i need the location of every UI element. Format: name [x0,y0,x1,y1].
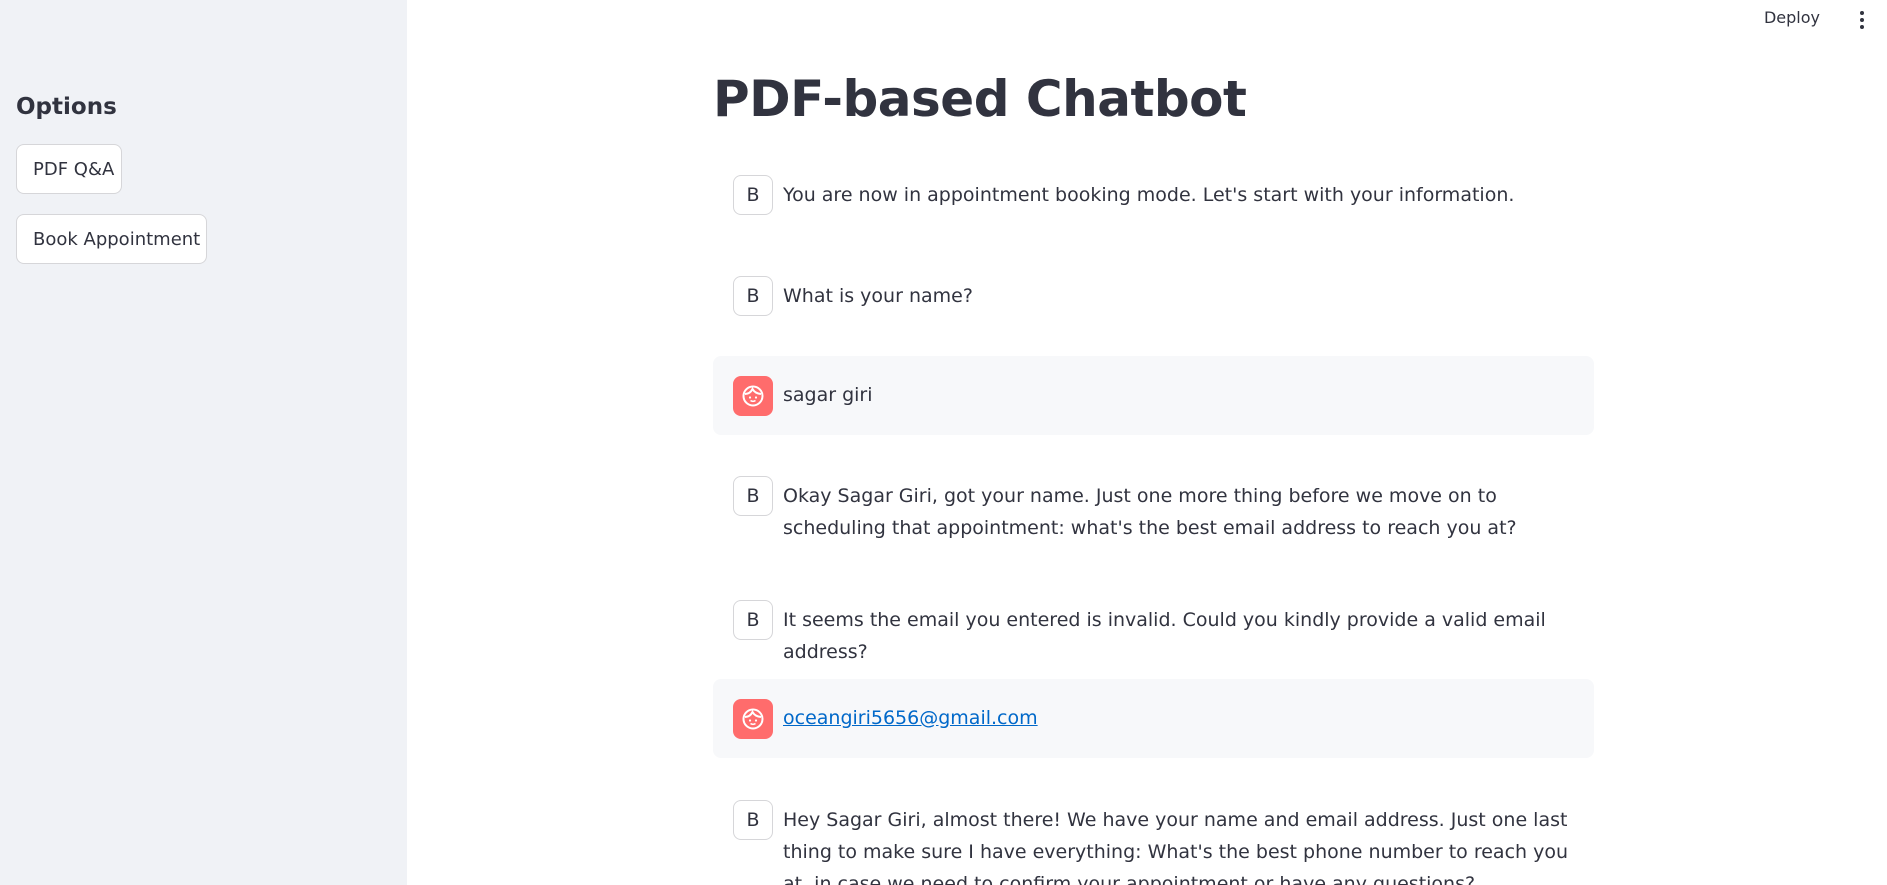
message-text: oceangiri5656@gmail.com [783,702,1582,734]
bot-avatar: B [733,476,773,516]
user-face-icon [742,385,764,407]
chat-message-bot: B Hey Sagar Giri, almost there! We have … [713,792,1594,885]
chat-message-bot: B Okay Sagar Giri, got your name. Just o… [713,468,1594,548]
user-avatar [733,376,773,416]
user-avatar [733,699,773,739]
page-title: PDF-based Chatbot [713,70,1247,128]
deploy-button[interactable]: Deploy [1764,8,1820,27]
app-window: Options PDF Q&A Book Appointment Deploy … [0,0,1887,885]
bot-avatar: B [733,276,773,316]
chat-message-user: sagar giri [713,356,1594,435]
message-text: You are now in appointment booking mode.… [783,184,1515,206]
message-text: What is your name? [783,285,973,307]
email-link[interactable]: oceangiri5656@gmail.com [783,707,1038,729]
pdf-qa-button[interactable]: PDF Q&A [16,144,122,194]
more-vertical-icon[interactable] [1859,11,1865,29]
bot-avatar: B [733,800,773,840]
sidebar: Options PDF Q&A Book Appointment [0,0,407,885]
message-text: sagar giri [783,384,873,406]
chat-message-bot: B What is your name? [713,268,1594,324]
user-face-icon [742,708,764,730]
book-appointment-button[interactable]: Book Appointment [16,214,207,264]
chat-message-bot: B It seems the email you entered is inva… [713,592,1594,663]
bot-avatar: B [733,600,773,640]
chat-message-bot: B You are now in appointment booking mod… [713,167,1594,223]
sidebar-heading: Options [16,94,117,120]
chat-message-user: oceangiri5656@gmail.com [713,679,1594,758]
message-text: Okay Sagar Giri, got your name. Just one… [783,485,1517,539]
message-text: It seems the email you entered is invali… [783,609,1546,663]
message-text: Hey Sagar Giri, almost there! We have yo… [783,809,1569,885]
bot-avatar: B [733,175,773,215]
